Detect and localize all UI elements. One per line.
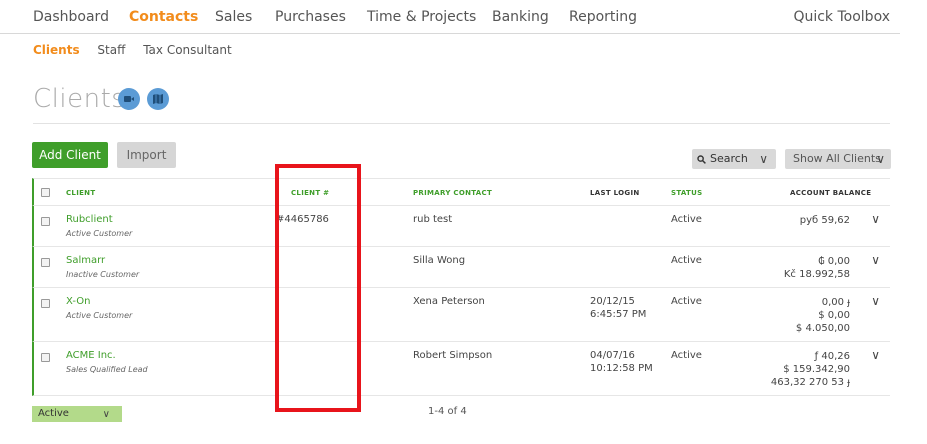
account-balance: руб 59,62 bbox=[800, 214, 850, 227]
subnav-clients[interactable]: Clients bbox=[33, 43, 80, 57]
highlight-box bbox=[275, 164, 361, 412]
expand-row-chevron-icon[interactable]: ∨ bbox=[871, 212, 880, 226]
search-label: Search bbox=[710, 152, 748, 165]
header-account-balance[interactable]: ACCOUNT BALANCE bbox=[790, 189, 871, 197]
video-camera-icon[interactable] bbox=[118, 88, 140, 110]
client-name-link[interactable]: Rubclient bbox=[66, 214, 113, 225]
show-all-clients-select[interactable]: Show All Clients ∨ bbox=[785, 149, 891, 169]
page-title: Clients bbox=[33, 84, 126, 114]
status-value: Active bbox=[671, 296, 702, 307]
balance-line: ƒ 40,26 bbox=[814, 351, 850, 362]
last-login-date: 04/07/16 bbox=[590, 350, 635, 361]
account-balance: ƒ 40,26 $ 159.342,90 463,32 270 53 ɟ bbox=[771, 350, 850, 389]
client-type: Sales Qualified Lead bbox=[66, 365, 148, 374]
expand-row-chevron-icon[interactable]: ∨ bbox=[871, 253, 880, 267]
add-client-button[interactable]: Add Client bbox=[32, 142, 108, 168]
status-filter-select[interactable]: Active ∨ bbox=[32, 406, 122, 422]
table-row[interactable]: ACME Inc. Sales Qualified Lead Robert Si… bbox=[32, 342, 890, 396]
last-login-time: 6:45:57 PM bbox=[590, 309, 647, 320]
header-client[interactable]: CLIENT bbox=[66, 189, 95, 197]
client-name-link[interactable]: ACME Inc. bbox=[66, 350, 116, 361]
nav-sales[interactable]: Sales bbox=[215, 9, 252, 25]
status-value: Active bbox=[671, 255, 702, 266]
sub-navigation: Clients Staff Tax Consultant bbox=[33, 43, 246, 57]
title-divider bbox=[33, 123, 890, 124]
primary-contact: Silla Wong bbox=[413, 255, 466, 266]
row-checkbox[interactable] bbox=[41, 258, 50, 267]
table-header: CLIENT CLIENT # PRIMARY CONTACT LAST LOG… bbox=[32, 178, 890, 206]
import-button[interactable]: Import bbox=[117, 142, 176, 168]
quick-toolbox-link[interactable]: Quick Toolbox bbox=[793, 9, 890, 25]
nav-banking[interactable]: Banking bbox=[492, 9, 549, 25]
balance-line: 463,32 270 53 ɟ bbox=[770, 377, 850, 388]
chevron-down-icon: ∨ bbox=[876, 152, 885, 166]
nav-purchases[interactable]: Purchases bbox=[275, 9, 346, 25]
primary-contact: Robert Simpson bbox=[413, 350, 493, 361]
status-value: Active bbox=[671, 350, 702, 361]
last-login-date: 20/12/15 bbox=[590, 296, 635, 307]
row-checkbox[interactable] bbox=[41, 299, 50, 308]
header-primary-contact[interactable]: PRIMARY CONTACT bbox=[413, 189, 492, 197]
row-checkbox[interactable] bbox=[41, 353, 50, 362]
table-row[interactable]: X-On Active Customer Xena Peterson 20/12… bbox=[32, 288, 890, 342]
nav-dashboard[interactable]: Dashboard bbox=[33, 9, 109, 25]
last-login-time: 10:12:58 PM bbox=[590, 363, 653, 374]
client-type: Active Customer bbox=[66, 311, 133, 320]
select-all-checkbox[interactable] bbox=[41, 188, 50, 197]
row-checkbox[interactable] bbox=[41, 217, 50, 226]
account-balance: 0,00 ɟ $ 0,00 $ 4.050,00 bbox=[796, 296, 850, 335]
nav-time-projects[interactable]: Time & Projects bbox=[367, 9, 476, 25]
subnav-staff[interactable]: Staff bbox=[97, 43, 125, 57]
account-balance: ₲ 0,00 Kč 18.992,58 bbox=[784, 255, 850, 281]
header-last-login[interactable]: LAST LOGIN bbox=[590, 189, 640, 197]
client-type: Inactive Customer bbox=[66, 270, 140, 279]
client-name-link[interactable]: X-On bbox=[66, 296, 90, 307]
chevron-down-icon: ∨ bbox=[102, 409, 110, 420]
status-filter-label: Active bbox=[38, 408, 69, 419]
balance-line: 0,00 ɟ bbox=[821, 297, 850, 308]
client-name-link[interactable]: Salmarr bbox=[66, 255, 105, 266]
expand-row-chevron-icon[interactable]: ∨ bbox=[871, 348, 880, 362]
table-row[interactable]: Salmarr Inactive Customer Silla Wong Act… bbox=[32, 247, 890, 288]
balance-line: руб 59,62 bbox=[799, 215, 850, 226]
map-icon[interactable] bbox=[147, 88, 169, 110]
client-type: Active Customer bbox=[66, 229, 133, 238]
balance-line: $ 0,00 bbox=[818, 310, 850, 321]
balance-line: Kč 18.992,58 bbox=[783, 269, 850, 280]
subnav-tax-consultant[interactable]: Tax Consultant bbox=[143, 43, 232, 57]
search-icon bbox=[697, 155, 706, 164]
balance-line: $ 159.342,90 bbox=[783, 364, 850, 375]
nav-contacts[interactable]: Contacts bbox=[129, 9, 198, 25]
chevron-down-icon: ∨ bbox=[759, 152, 768, 166]
nav-reporting[interactable]: Reporting bbox=[569, 9, 637, 25]
clients-table: CLIENT CLIENT # PRIMARY CONTACT LAST LOG… bbox=[32, 178, 890, 396]
status-value: Active bbox=[671, 214, 702, 225]
primary-contact: Xena Peterson bbox=[413, 296, 485, 307]
expand-row-chevron-icon[interactable]: ∨ bbox=[871, 294, 880, 308]
filter-label: Show All Clients bbox=[793, 152, 881, 165]
top-navigation: Dashboard Contacts Sales Purchases Time … bbox=[0, 0, 900, 34]
search-button[interactable]: Search ∨ bbox=[692, 149, 776, 169]
pagination-info: 1-4 of 4 bbox=[428, 406, 467, 417]
table-row[interactable]: Rubclient Active Customer #4465786 rub t… bbox=[32, 206, 890, 247]
balance-line: ₲ 0,00 bbox=[818, 256, 850, 267]
balance-line: $ 4.050,00 bbox=[795, 323, 850, 334]
primary-contact: rub test bbox=[413, 214, 453, 225]
header-status[interactable]: STATUS bbox=[671, 189, 702, 197]
